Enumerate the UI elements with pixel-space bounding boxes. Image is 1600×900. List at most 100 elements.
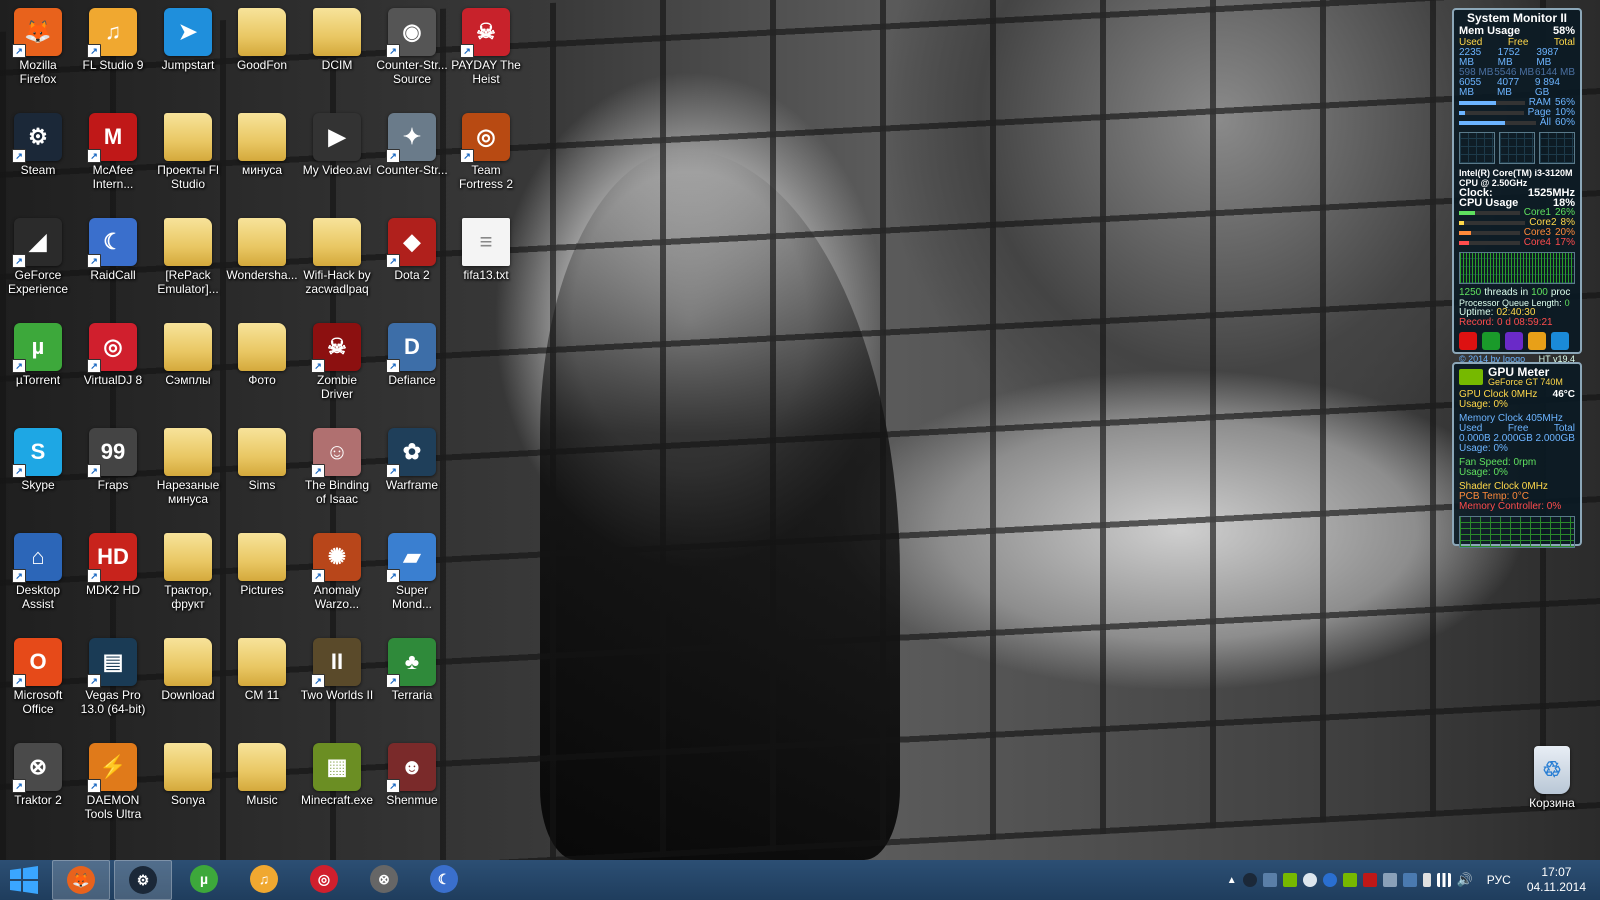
folder-icon bbox=[164, 638, 212, 686]
shortcut-arrow-icon: ↗ bbox=[12, 464, 26, 478]
desktop-icon-minecraft-exe[interactable]: ▦ Minecraft.exe bbox=[299, 739, 375, 843]
desktop-icon-sonya[interactable]: Sonya bbox=[150, 739, 226, 843]
wifi-signal-icon[interactable] bbox=[1436, 873, 1451, 887]
desktop-icon-pictures[interactable]: Pictures bbox=[224, 529, 300, 633]
show-hidden-icons-button[interactable]: ▲ bbox=[1227, 875, 1237, 886]
desktop-icon-geforce-experience[interactable]: ◢ ↗ GeForce Experience bbox=[0, 214, 76, 318]
desktop-icon-raidcall[interactable]: ☾ ↗ RaidCall bbox=[75, 214, 151, 318]
desktop-icon-desktop-assist[interactable]: ⌂ ↗ Desktop Assist bbox=[0, 529, 76, 633]
desktop-icon-label: Steam bbox=[20, 163, 56, 177]
taskbar-app-firefox[interactable]: 🦊 bbox=[52, 860, 110, 900]
desktop-icon-jumpstart[interactable]: ➤ Jumpstart bbox=[150, 4, 226, 108]
desktop-icon-shenmue[interactable]: ☻ ↗ Shenmue bbox=[374, 739, 450, 843]
desktop-icon-terraria[interactable]: ♣ ↗ Terraria bbox=[374, 634, 450, 738]
mcafee-tray-icon[interactable] bbox=[1362, 873, 1377, 887]
desktop-icon-label: минуса bbox=[241, 163, 283, 177]
folder-icon bbox=[238, 533, 286, 581]
desktop-icon-dota-2[interactable]: ◆ ↗ Dota 2 bbox=[374, 214, 450, 318]
desktop-icon-the-binding-of-isaac[interactable]: ☺ ↗ The Binding of Isaac bbox=[299, 424, 375, 528]
memory-bar-value: 60% bbox=[1554, 117, 1575, 128]
desktop-icon-mcafee-intern[interactable]: M ↗ McAfee Intern... bbox=[75, 109, 151, 213]
desktop-icon-sims[interactable]: Sims bbox=[224, 424, 300, 528]
recycle-bin[interactable]: ♲ Корзина bbox=[1514, 742, 1590, 846]
desktop-icon-минуса[interactable]: минуса bbox=[224, 109, 300, 213]
desktop-icon-label: Download bbox=[161, 688, 215, 702]
desktop-icon-фото[interactable]: Фото bbox=[224, 319, 300, 423]
bluetooth-tray-icon[interactable] bbox=[1322, 873, 1337, 887]
volume-icon[interactable]: 🔊 bbox=[1457, 872, 1473, 888]
desktop-icon-dcim[interactable]: DCIM bbox=[299, 4, 375, 108]
desktop-icon-vegas-pro-13-0-64-bit[interactable]: ▤ ↗ Vegas Pro 13.0 (64-bit) bbox=[75, 634, 151, 738]
taskbar-app-utorrent[interactable]: µ bbox=[176, 860, 232, 898]
desktop-icon-torrent[interactable]: µ ↗ µTorrent bbox=[0, 319, 76, 423]
taskbar-app-virtualdj[interactable]: ◎ bbox=[296, 860, 352, 898]
desktop-icon-my-video-avi[interactable]: ▶ My Video.avi bbox=[299, 109, 375, 213]
desktop-icon-трактор-фрукт[interactable]: Трактор, фрукт bbox=[150, 529, 226, 633]
memory-bar-label: All bbox=[1539, 117, 1551, 128]
desktop-icon-daemon-tools-ultra[interactable]: ⚡ ↗ DAEMON Tools Ultra bbox=[75, 739, 151, 843]
taskbar-app-raidcall[interactable]: ☾ bbox=[416, 860, 472, 898]
network-adapter-tray-icon[interactable] bbox=[1382, 873, 1397, 887]
desktop-icon-super-mond[interactable]: ▰ ↗ Super Mond... bbox=[374, 529, 450, 633]
battery-tray-icon[interactable] bbox=[1422, 873, 1431, 887]
gpu-meter-gadget[interactable]: GPU Meter GeForce GT 740M GPU Clock 0MHz… bbox=[1452, 362, 1582, 548]
desktop-icon-virtualdj-8[interactable]: ◎ ↗ VirtualDJ 8 bbox=[75, 319, 151, 423]
desktop-icon-repack-emulator[interactable]: [RePack Emulator]... bbox=[150, 214, 226, 318]
desktop-icon-mozilla-firefox[interactable]: 🦊 ↗ Mozilla Firefox bbox=[0, 4, 76, 108]
desktop-icon-download[interactable]: Download bbox=[150, 634, 226, 738]
desktop-icon-label: VirtualDJ 8 bbox=[83, 373, 143, 387]
desktop-icon-label: Фото bbox=[248, 373, 276, 387]
shortcut-arrow-icon: ↗ bbox=[386, 674, 400, 688]
desktop-icon-проекты-fl-studio[interactable]: Проекты Fl Studio bbox=[150, 109, 226, 213]
desktop-icon-two-worlds-ii[interactable]: II ↗ Two Worlds II bbox=[299, 634, 375, 738]
desktop-icon-cm-11[interactable]: CM 11 bbox=[224, 634, 300, 738]
mem-usage-label: Mem Usage bbox=[1459, 25, 1521, 37]
desktop-icon-microsoft-office[interactable]: O ↗ Microsoft Office bbox=[0, 634, 76, 738]
taskbar-app-traktor[interactable]: ⊗ bbox=[356, 860, 412, 898]
clock[interactable]: 17:07 04.11.2014 bbox=[1527, 865, 1586, 895]
desktop-icon-wifi-hack-by-zacwadlpaq[interactable]: Wifi-Hack by zacwadlpaq bbox=[299, 214, 375, 318]
desktop-icon-team-fortress-2[interactable]: ◎ ↗ Team Fortress 2 bbox=[448, 109, 524, 213]
desktop-icon-steam[interactable]: ⚙ ↗ Steam bbox=[0, 109, 76, 213]
desktop-icon-goodfon[interactable]: GoodFon bbox=[224, 4, 300, 108]
cloud-tray-icon[interactable] bbox=[1302, 873, 1317, 887]
app-icon: ▤ ↗ bbox=[87, 638, 137, 688]
desktop-icon-traktor-2[interactable]: ⊗ ↗ Traktor 2 bbox=[0, 739, 76, 843]
start-button[interactable] bbox=[0, 860, 48, 900]
display-tray-icon[interactable] bbox=[1262, 873, 1277, 887]
desktop-icon-fl-studio-9[interactable]: ♫ ↗ FL Studio 9 bbox=[75, 4, 151, 108]
desktop-icon-music[interactable]: Music bbox=[224, 739, 300, 843]
desktop-icon-fraps[interactable]: 99 ↗ Fraps bbox=[75, 424, 151, 528]
desktop-icon-payday-the-heist[interactable]: ☠ ↗ PAYDAY The Heist bbox=[448, 4, 524, 108]
restart-button[interactable] bbox=[1482, 332, 1500, 350]
desktop-icon-label: Microsoft Office bbox=[13, 688, 63, 716]
sleep-button[interactable] bbox=[1505, 332, 1523, 350]
desktop-icon-skype[interactable]: S ↗ Skype bbox=[0, 424, 76, 528]
cpu-core-label: Core4 bbox=[1523, 237, 1551, 248]
desktop-icon-defiance[interactable]: D ↗ Defiance bbox=[374, 319, 450, 423]
desktop-icon-fifa13-txt[interactable]: ≡ fifa13.txt bbox=[448, 214, 524, 318]
hibernate-button[interactable] bbox=[1528, 332, 1546, 350]
gpu-tray-icon[interactable] bbox=[1282, 873, 1297, 887]
gpu-temp: 46°C bbox=[1552, 389, 1575, 400]
desktop-icon-mdk2-hd[interactable]: HD ↗ MDK2 HD bbox=[75, 529, 151, 633]
desktop-icon-сэмплы[interactable]: Сэмплы bbox=[150, 319, 226, 423]
desktop-icon-warframe[interactable]: ✿ ↗ Warframe bbox=[374, 424, 450, 528]
shutdown-button[interactable] bbox=[1459, 332, 1477, 350]
system-monitor-gadget[interactable]: System Monitor II Mem Usage 58% Used Fre… bbox=[1452, 8, 1582, 364]
monitor-tray-icon[interactable] bbox=[1402, 873, 1417, 887]
desktop-icon-counter-str[interactable]: ✦ ↗ Counter-Str... bbox=[374, 109, 450, 213]
taskbar-app-steam[interactable]: ⚙ bbox=[114, 860, 172, 900]
desktop-icon-wondersha[interactable]: Wondersha... bbox=[224, 214, 300, 318]
desktop-icon-anomaly-warzo[interactable]: ✺ ↗ Anomaly Warzo... bbox=[299, 529, 375, 633]
steam-tray-icon[interactable] bbox=[1242, 873, 1257, 887]
desktop-icon-counter-str-source[interactable]: ◉ ↗ Counter-Str... Source bbox=[374, 4, 450, 108]
desktop-icon-zombie-driver[interactable]: ☠ ↗ Zombie Driver bbox=[299, 319, 375, 423]
language-indicator[interactable]: РУС bbox=[1487, 873, 1511, 887]
shortcut-arrow-icon: ↗ bbox=[460, 149, 474, 163]
taskbar-app-fl-studio[interactable]: ♫ bbox=[236, 860, 292, 898]
nvidia-tray-icon[interactable] bbox=[1342, 873, 1357, 887]
system-tray: ▲ 🔊 РУС 17:07 04.11.2014 bbox=[1227, 860, 1600, 900]
desktop-icon-нарезаные-минуса[interactable]: Нарезаные минуса bbox=[150, 424, 226, 528]
logoff-button[interactable] bbox=[1551, 332, 1569, 350]
